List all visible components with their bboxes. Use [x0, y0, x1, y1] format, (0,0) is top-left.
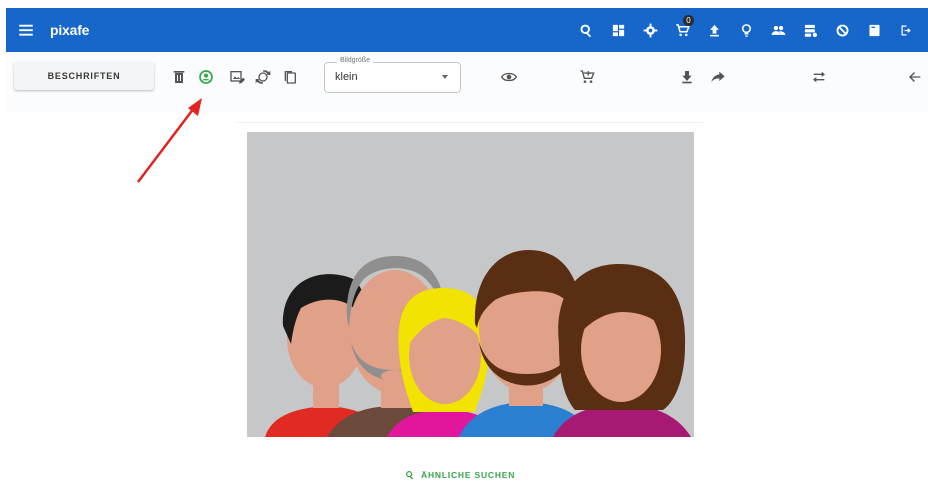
share-button[interactable]: [707, 66, 729, 88]
chevron-down-icon: [442, 75, 448, 79]
menu-icon: [19, 24, 33, 36]
blocked-button[interactable]: [826, 8, 858, 52]
page: pixafe 0 BESCHRIFTEN Bildgröße klein ÄHN…: [0, 0, 928, 486]
main-image[interactable]: [247, 132, 694, 437]
app-bar-actions: 0: [570, 8, 922, 52]
arrow-left-icon: [909, 72, 921, 82]
storage-button[interactable]: [794, 8, 826, 52]
sync-icon: [255, 70, 271, 84]
ideas-button[interactable]: [730, 8, 762, 52]
copy-button[interactable]: [279, 66, 301, 88]
trash-icon: [173, 71, 185, 83]
upload-icon: [709, 24, 719, 36]
app-bar: pixafe 0: [6, 8, 928, 52]
settings-button[interactable]: [634, 8, 666, 52]
cart-add-icon: [580, 70, 595, 83]
find-similar-label: ÄHNLICHE SUCHEN: [421, 470, 516, 480]
rotate-button[interactable]: [252, 66, 274, 88]
group-icon: [771, 25, 785, 35]
logout-icon: [901, 25, 911, 35]
cart-badge: 0: [683, 15, 694, 26]
face-icon: [199, 70, 213, 84]
find-similar-link[interactable]: ÄHNLICHE SUCHEN: [405, 470, 515, 480]
back-button[interactable]: [904, 66, 926, 88]
upload-button[interactable]: [698, 8, 730, 52]
beschriften-button[interactable]: BESCHRIFTEN: [14, 62, 154, 90]
dashboard-button[interactable]: [602, 8, 634, 52]
swap-icon: [813, 71, 825, 83]
image-size-select[interactable]: Bildgröße klein: [324, 57, 461, 93]
book-button[interactable]: [858, 8, 890, 52]
image-size-legend: Bildgröße: [337, 57, 373, 64]
image-edit-icon: [230, 71, 245, 84]
image-toolbar: BESCHRIFTEN Bildgröße klein: [6, 52, 928, 112]
bulb-icon: [741, 23, 751, 37]
brand-logo[interactable]: pixafe: [50, 22, 89, 38]
crop-button[interactable]: [226, 66, 248, 88]
face-detection-button[interactable]: [195, 66, 217, 88]
users-button[interactable]: [762, 8, 794, 52]
image-size-value: klein: [335, 71, 358, 83]
storage-icon: [804, 24, 817, 37]
delete-button[interactable]: [168, 66, 190, 88]
block-icon: [836, 24, 848, 36]
add-to-cart-button[interactable]: [576, 66, 598, 88]
logout-button[interactable]: [890, 8, 922, 52]
menu-button[interactable]: [6, 8, 46, 52]
download-button[interactable]: [676, 66, 698, 88]
gear-icon: [643, 23, 657, 37]
swap-button[interactable]: [808, 66, 830, 88]
copy-icon: [284, 71, 296, 84]
group-avatars-illustration: [247, 132, 694, 437]
download-icon: [682, 71, 692, 84]
book-icon: [869, 24, 879, 36]
cart-button[interactable]: 0: [666, 8, 698, 52]
share-arrow-icon: [711, 71, 725, 83]
search-button[interactable]: [570, 8, 602, 52]
eye-icon: [501, 72, 517, 82]
search-icon: [406, 471, 414, 480]
preview-button[interactable]: [498, 66, 520, 88]
search-icon: [580, 24, 591, 37]
dashboard-icon: [612, 24, 624, 36]
